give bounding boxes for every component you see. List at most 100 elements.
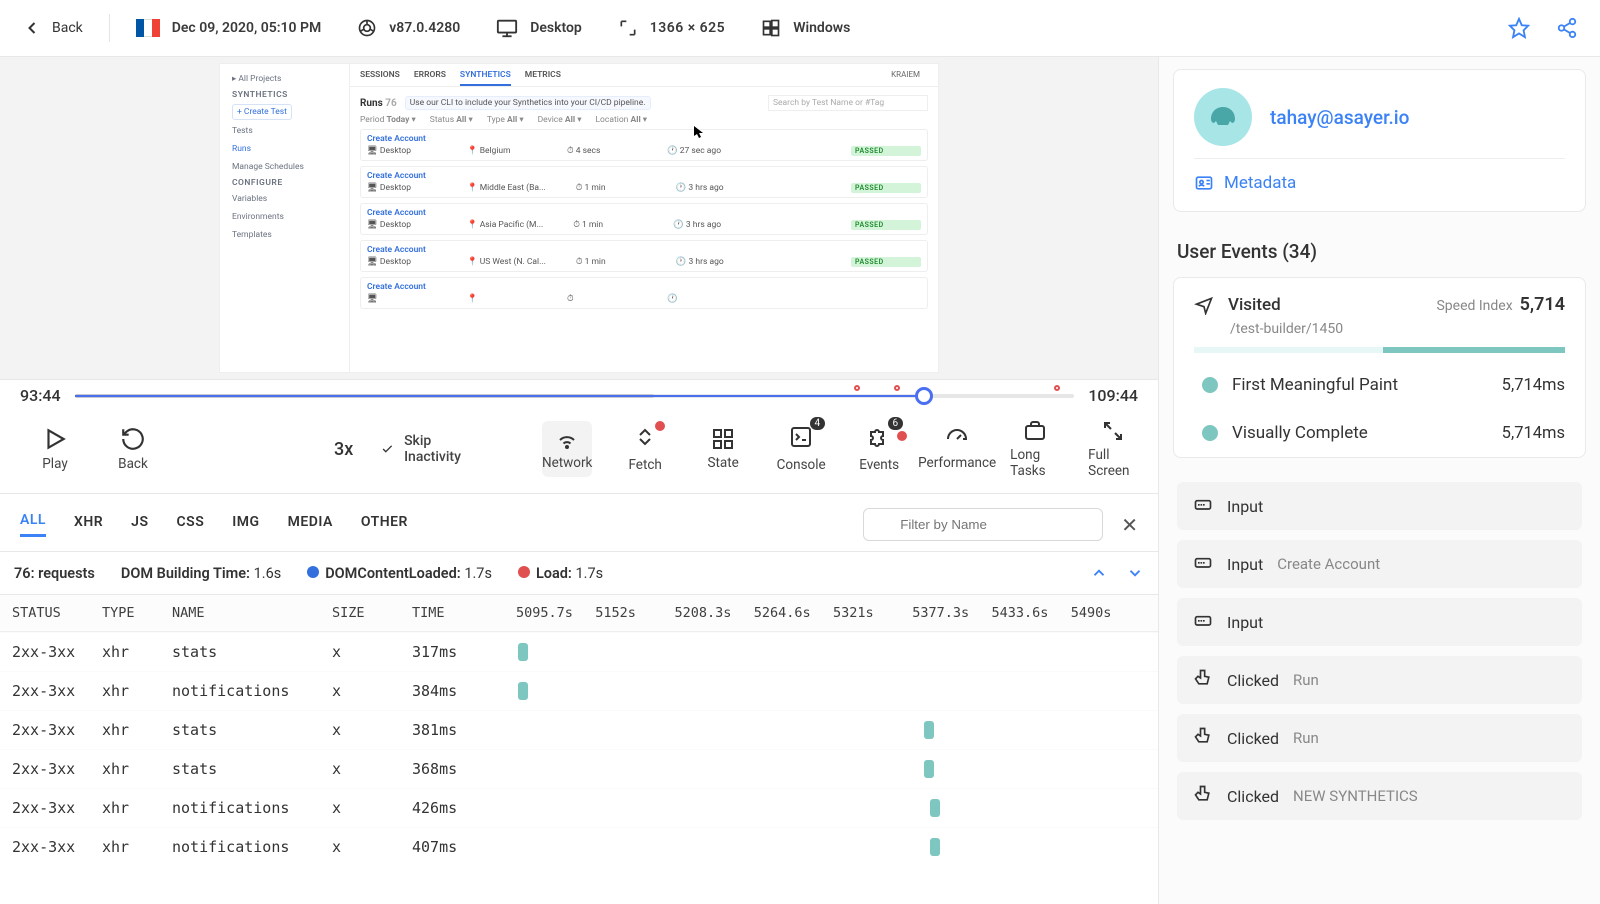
keyboard-icon: [1193, 552, 1213, 576]
user-event-item[interactable]: ClickedRun: [1177, 714, 1582, 762]
preview-run-row: Create Account🖥 📍 ⏱ 🕐: [360, 277, 928, 309]
metric-fmp[interactable]: First Meaningful Paint 5,714ms: [1174, 361, 1585, 409]
gauge-icon: [945, 427, 969, 451]
network-table-header: STATUS TYPE NAME SIZE TIME 5095.7s5152s5…: [0, 595, 1158, 632]
preview-run-row: Create Account🖥 Desktop📍 Asia Pacific (M…: [360, 203, 928, 235]
stat-dcl: DOMContentLoaded: 1.7s: [307, 565, 492, 582]
play-icon: [42, 426, 68, 452]
star-button[interactable]: [1508, 17, 1530, 39]
expand-icon: [1101, 419, 1125, 443]
tab-other[interactable]: OTHER: [361, 514, 408, 536]
metadata-button[interactable]: Metadata: [1194, 158, 1565, 193]
star-icon: [1508, 17, 1530, 39]
metric-vc[interactable]: Visually Complete 5,714ms: [1174, 409, 1585, 457]
cursor-icon: [694, 126, 704, 138]
device-type: Desktop: [530, 20, 582, 36]
user-event-item[interactable]: Input: [1177, 598, 1582, 646]
wifi-icon: [555, 427, 579, 451]
preview-tab-errors: ERRORS: [414, 70, 446, 86]
network-row[interactable]: 2xx-3xxxhrnotificationsx384ms: [0, 671, 1158, 710]
network-table: STATUS TYPE NAME SIZE TIME 5095.7s5152s5…: [0, 595, 1158, 866]
session-device: Desktop: [496, 17, 582, 39]
network-row[interactable]: 2xx-3xxxhrnotificationsx426ms: [0, 788, 1158, 827]
preview-search: Search by Test Name or #Tag: [768, 95, 928, 111]
preview-nav-runs: Runs: [232, 142, 337, 156]
tab-css[interactable]: CSS: [177, 514, 205, 536]
chevron-left-icon: [22, 18, 42, 38]
right-sidebar: tahay@asayer.io Metadata User Events (34…: [1158, 57, 1600, 904]
visited-event[interactable]: Visited Speed Index 5,714 /test-builder/…: [1174, 278, 1585, 361]
user-email[interactable]: tahay@asayer.io: [1270, 106, 1409, 129]
browser-version: v87.0.4280: [389, 20, 460, 36]
preview-create-test: + Create Test: [232, 104, 292, 120]
fullscreen-button[interactable]: Full Screen: [1088, 419, 1138, 479]
state-panel-button[interactable]: State: [698, 427, 748, 471]
fetch-panel-button[interactable]: Fetch: [620, 425, 670, 473]
avatar: [1194, 88, 1252, 146]
tab-all[interactable]: ALL: [20, 512, 46, 537]
share-button[interactable]: [1556, 17, 1578, 39]
user-card: tahay@asayer.io Metadata: [1173, 69, 1586, 212]
user-events-title: User Events (34): [1159, 224, 1600, 271]
tab-xhr[interactable]: XHR: [74, 514, 103, 536]
chevron-down-icon: [1126, 564, 1144, 582]
performance-panel-button[interactable]: Performance: [932, 427, 982, 471]
tab-media[interactable]: MEDIA: [288, 514, 333, 536]
network-panel-button[interactable]: Network: [542, 421, 592, 477]
longtasks-panel-button[interactable]: Long Tasks: [1010, 419, 1060, 479]
speed-index-bar: [1194, 347, 1565, 353]
timeline-node-icon: [1202, 377, 1218, 393]
timeline-current: 93:44: [20, 386, 61, 405]
user-event-item[interactable]: ClickedRun: [1177, 656, 1582, 704]
session-country: Dec 09, 2020, 05:10 PM: [136, 19, 321, 37]
fetch-icon: [633, 425, 657, 449]
chevron-up-icon: [1090, 564, 1108, 582]
preview-nav-variables: Variables: [232, 192, 337, 206]
tab-img[interactable]: IMG: [232, 514, 259, 536]
filter-by-name-input[interactable]: [863, 508, 1103, 541]
play-button[interactable]: Play: [30, 426, 80, 472]
timeline-node-icon: [1202, 425, 1218, 441]
preview-run-row: Create Account🖥 Desktop📍 Belgium⏱ 4 secs…: [360, 129, 928, 161]
user-event-item[interactable]: ClickedNEW SYNTHETICS: [1177, 772, 1582, 820]
network-row[interactable]: 2xx-3xxxhrstatsx317ms: [0, 632, 1158, 671]
dimensions-value: 1366 × 625: [650, 20, 725, 36]
close-panel-button[interactable]: ✕: [1121, 513, 1138, 537]
france-flag-icon: [136, 19, 160, 37]
timeline-track[interactable]: [75, 389, 1075, 403]
playback-speed[interactable]: 3x: [334, 439, 353, 460]
keyboard-icon: [1193, 610, 1213, 634]
network-row[interactable]: 2xx-3xxxhrstatsx368ms: [0, 749, 1158, 788]
network-stats: 76: requests DOM Building Time: 1.6s DOM…: [0, 552, 1158, 595]
events-panel-button[interactable]: 6 Events: [854, 425, 904, 473]
preview-tab-metrics: METRICS: [525, 70, 561, 86]
user-event-item[interactable]: InputCreate Account: [1177, 540, 1582, 588]
visited-path: /test-builder/1450: [1194, 315, 1565, 337]
preview-nav-tests: Tests: [232, 124, 337, 138]
preview-nav-schedules: Manage Schedules: [232, 160, 337, 174]
tab-js[interactable]: JS: [131, 514, 148, 536]
back-button[interactable]: Back: [22, 18, 83, 38]
stat-requests: 76: requests: [14, 565, 95, 582]
location-arrow-icon: [1194, 295, 1214, 315]
crop-icon: [618, 18, 638, 38]
briefcase-icon: [1023, 419, 1047, 443]
timeline-knob[interactable]: [915, 387, 933, 405]
network-row[interactable]: 2xx-3xxxhrnotificationsx407ms: [0, 827, 1158, 866]
next-request-button[interactable]: [1126, 564, 1144, 582]
events-alert-dot: [897, 431, 907, 441]
user-event-item[interactable]: Input: [1177, 482, 1582, 530]
session-os: Windows: [761, 18, 850, 38]
console-panel-button[interactable]: 4 Console: [776, 425, 826, 473]
stat-load: Load: 1.7s: [518, 565, 603, 582]
rewind-button[interactable]: Back: [108, 426, 158, 472]
skip-inactivity-toggle[interactable]: Skip Inactivity: [381, 433, 466, 465]
back-label: Back: [52, 20, 83, 36]
stat-dom-build: DOM Building Time: 1.6s: [121, 565, 281, 582]
session-datetime: Dec 09, 2020, 05:10 PM: [172, 20, 321, 36]
puzzle-icon: [867, 425, 891, 449]
network-row[interactable]: 2xx-3xxxhrstatsx381ms: [0, 710, 1158, 749]
prev-request-button[interactable]: [1090, 564, 1108, 582]
check-icon: [381, 440, 394, 458]
preview-config-header: CONFIGURE: [232, 178, 337, 188]
